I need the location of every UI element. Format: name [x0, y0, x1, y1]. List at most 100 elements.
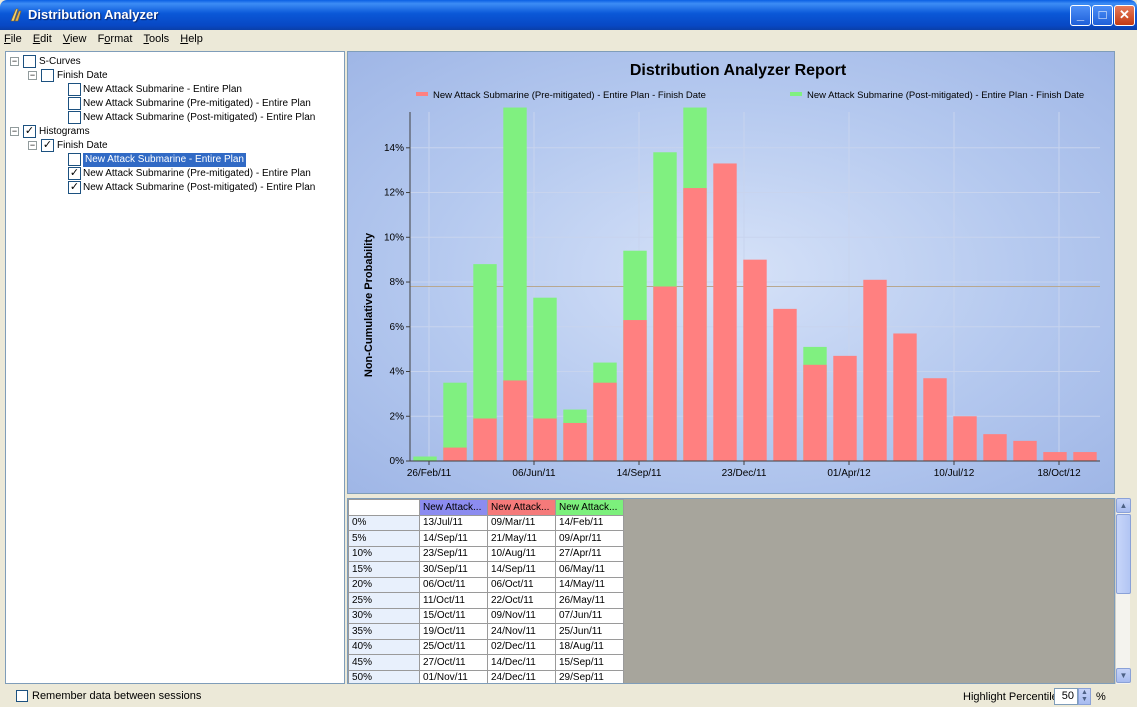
bar-pre-mitigated [803, 364, 827, 461]
percentile-grid[interactable]: New Attack... New Attack... New Attack... 0… [347, 498, 1115, 684]
percentile-cell: 20% [348, 576, 420, 593]
tree-label: Finish Date [57, 70, 108, 81]
table-row[interactable]: 15% 30/Sep/11 14/Sep/11 06/May/11 [348, 561, 624, 578]
scroll-down-button[interactable]: ▼ [1116, 668, 1131, 683]
menu-format[interactable]: Format [94, 30, 137, 45]
percentile-cell: 5% [348, 530, 420, 547]
s-item1-checkbox[interactable] [68, 83, 81, 96]
table-row[interactable]: 0% 13/Jul/11 09/Mar/11 14/Feb/11 [348, 514, 624, 531]
tree-label-selected: New Attack Submarine - Entire Plan [83, 153, 246, 167]
bar-pre-mitigated [983, 434, 1007, 461]
collapse-icon[interactable]: − [28, 71, 37, 80]
bars [413, 107, 1097, 462]
h-finish-checkbox[interactable]: ✓ [41, 139, 54, 152]
bar-pre-mitigated [563, 422, 587, 461]
bar-pre-mitigated [923, 378, 947, 461]
percentile-cell: 15% [348, 561, 420, 578]
date-cell: 23/Sep/11 [419, 545, 488, 562]
s-finish-checkbox[interactable] [41, 69, 54, 82]
menu-file[interactable]: File [0, 30, 26, 45]
header-corner [348, 499, 420, 516]
h-item1-checkbox[interactable] [68, 153, 81, 166]
date-cell: 15/Oct/11 [419, 607, 488, 624]
minimize-button[interactable]: _ [1070, 5, 1091, 26]
histogram-chart: Distribution Analyzer Report New Attack … [363, 62, 1100, 479]
tree-label: New Attack Submarine (Pre-mitigated) - E… [83, 98, 311, 109]
bar-pre-mitigated [713, 163, 737, 461]
table-row[interactable]: 40% 25/Oct/11 02/Dec/11 18/Aug/11 [348, 638, 624, 655]
histograms-checkbox[interactable]: ✓ [23, 125, 36, 138]
menu-bar: File Edit View Format Tools Help [0, 30, 1137, 49]
menu-view[interactable]: View [59, 30, 91, 45]
close-button[interactable]: ✕ [1114, 5, 1135, 26]
vertical-scrollbar[interactable]: ▲ ▼ [1115, 498, 1131, 684]
table-row[interactable]: 10% 23/Sep/11 10/Aug/11 27/Apr/11 [348, 545, 624, 562]
x-tick-label: 14/Sep/11 [617, 468, 662, 479]
percentile-cell: 10% [348, 545, 420, 562]
table-row[interactable]: 25% 11/Oct/11 22/Oct/11 26/May/11 [348, 592, 624, 609]
percentile-cell: 25% [348, 592, 420, 609]
legend-swatch [416, 92, 428, 96]
column-header[interactable]: New Attack... [555, 499, 624, 516]
table-row[interactable]: 5% 14/Sep/11 21/May/11 09/Apr/11 [348, 530, 624, 547]
remember-checkbox[interactable] [16, 690, 28, 702]
s-curves-checkbox[interactable] [23, 55, 36, 68]
date-cell: 06/Oct/11 [419, 576, 488, 593]
y-tick-label: 12% [384, 188, 404, 199]
bar-pre-mitigated [593, 382, 617, 461]
percentile-cell: 35% [348, 623, 420, 640]
table-header-row: New Attack... New Attack... New Attack... [348, 499, 624, 516]
maximize-button[interactable]: □ [1092, 5, 1113, 26]
legend-label: New Attack Submarine (Pre-mitigated) - E… [433, 90, 706, 101]
highlight-percentile-input[interactable]: 50 [1054, 688, 1078, 705]
tree-label: Finish Date [57, 140, 108, 151]
date-cell: 02/Dec/11 [487, 638, 556, 655]
percentile-cell: 40% [348, 638, 420, 655]
menu-edit[interactable]: Edit [29, 30, 56, 45]
collapse-icon[interactable]: − [28, 141, 37, 150]
report-tree[interactable]: − S-Curves − Finish Date New Attack Subm… [5, 51, 345, 684]
date-cell: 10/Aug/11 [487, 545, 556, 562]
date-cell: 13/Jul/11 [419, 514, 488, 531]
date-cell: 14/Feb/11 [555, 514, 624, 531]
table-row[interactable]: 50% 01/Nov/11 24/Dec/11 29/Sep/11 [348, 669, 624, 683]
date-cell: 26/May/11 [555, 592, 624, 609]
date-cell: 06/May/11 [555, 561, 624, 578]
y-tick-label: 10% [384, 232, 404, 243]
h-item2-checkbox[interactable]: ✓ [68, 167, 81, 180]
bar-pre-mitigated [503, 380, 527, 461]
status-bar: Remember data between sessions Highlight… [0, 686, 1137, 707]
y-tick-label: 8% [390, 277, 405, 288]
date-cell: 27/Apr/11 [555, 545, 624, 562]
date-cell: 25/Oct/11 [419, 638, 488, 655]
date-cell: 11/Oct/11 [419, 592, 488, 609]
highlight-percentile-label: Highlight Percentile: [963, 691, 1061, 703]
h-item3-checkbox[interactable]: ✓ [68, 181, 81, 194]
bar-pre-mitigated [1073, 452, 1097, 461]
table-row[interactable]: 20% 06/Oct/11 06/Oct/11 14/May/11 [348, 576, 624, 593]
menu-tools[interactable]: Tools [139, 30, 173, 45]
collapse-icon[interactable]: − [10, 57, 19, 66]
date-cell: 01/Nov/11 [419, 669, 488, 683]
date-cell: 14/Dec/11 [487, 654, 556, 671]
percentile-table[interactable]: New Attack... New Attack... New Attack... 0… [348, 499, 624, 683]
date-cell: 15/Sep/11 [555, 654, 624, 671]
menu-help[interactable]: Help [176, 30, 207, 45]
highlight-percentile-spinner[interactable]: ▲ ▼ [1078, 688, 1091, 705]
s-item2-checkbox[interactable] [68, 97, 81, 110]
bar-pre-mitigated [653, 286, 677, 461]
column-header[interactable]: New Attack... [487, 499, 556, 516]
scroll-thumb[interactable] [1116, 514, 1131, 594]
table-row[interactable]: 45% 27/Oct/11 14/Dec/11 15/Sep/11 [348, 654, 624, 671]
scroll-up-button[interactable]: ▲ [1116, 498, 1131, 513]
column-header[interactable]: New Attack... [419, 499, 488, 516]
chart-panel: Distribution Analyzer Report New Attack … [347, 51, 1115, 494]
tree-label: Histograms [39, 126, 90, 137]
table-row[interactable]: 35% 19/Oct/11 24/Nov/11 25/Jun/11 [348, 623, 624, 640]
collapse-icon[interactable]: − [10, 127, 19, 136]
x-tick-label: 18/Oct/12 [1037, 468, 1081, 479]
s-item3-checkbox[interactable] [68, 111, 81, 124]
percent-unit: % [1096, 691, 1106, 703]
table-row[interactable]: 30% 15/Oct/11 09/Nov/11 07/Jun/11 [348, 607, 624, 624]
x-tick-label: 26/Feb/11 [407, 468, 452, 479]
